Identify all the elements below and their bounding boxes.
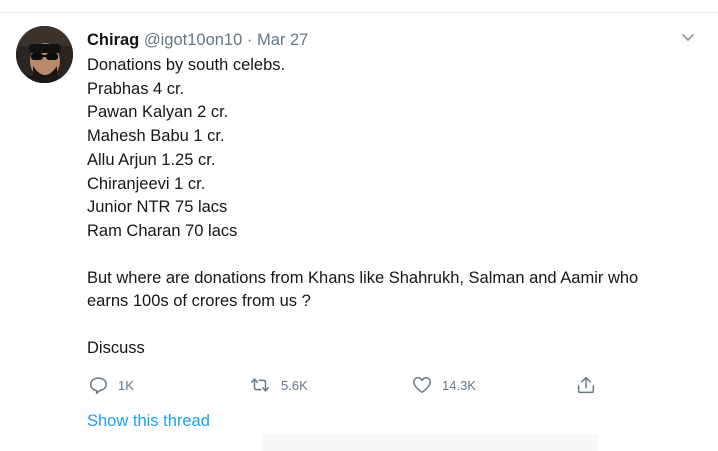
heart-icon [411,374,433,396]
tweet-line: Pawan Kalyan 2 cr. [87,103,229,122]
author-name[interactable]: Chirag [87,31,139,49]
retweet-count: 5.6K [281,377,308,393]
tweet-header: Chirag @igot10on10 · Mar 27 [87,30,308,50]
separator-dot: · [246,31,253,49]
tweet-line: Donations by south celebs. [87,56,286,74]
reply-icon [87,374,109,396]
tweet-actions: 1K 5.6K 14.3K [87,373,607,397]
reply-count: 1K [118,377,134,393]
retweet-icon [248,374,272,396]
divider [0,12,718,13]
share-icon [575,374,597,396]
tweet-line: Discuss [87,339,145,358]
avatar[interactable] [16,26,73,83]
tweet-line: But where are donations from Khans like … [87,268,639,287]
tweet-line: Mahesh Babu 1 cr. [87,127,225,146]
tweet-line: Prabhas 4 cr. [87,79,185,98]
tweet-line: Chiranjeevi 1 cr. [87,174,206,193]
tweet-line: earns 100s of crores from us ? [87,292,311,311]
retweet-button[interactable]: 5.6K [248,373,308,397]
share-button[interactable] [575,373,597,397]
like-count: 14.3K [442,377,476,393]
tweet-line: Ram Charan 70 lacs [87,221,238,240]
tweet-card: Chirag @igot10on10 · Mar 27 Donations by… [0,0,718,451]
like-button[interactable]: 14.3K [411,373,476,397]
tweet-date[interactable]: Mar 27 [257,31,308,49]
tweet-line: Junior NTR 75 lacs [87,198,228,217]
tweet-line: Allu Arjun 1.25 cr. [87,150,216,169]
reply-button[interactable]: 1K [87,373,134,397]
tweet-text: Donations by south celebs. Prabhas 4 cr.… [87,54,697,361]
show-thread-link[interactable]: Show this thread [87,411,210,431]
chevron-down-icon[interactable] [680,29,696,45]
avatar-image [16,26,73,83]
bottom-divider-shade [262,434,598,451]
author-handle[interactable]: @igot10on10 [144,31,242,49]
